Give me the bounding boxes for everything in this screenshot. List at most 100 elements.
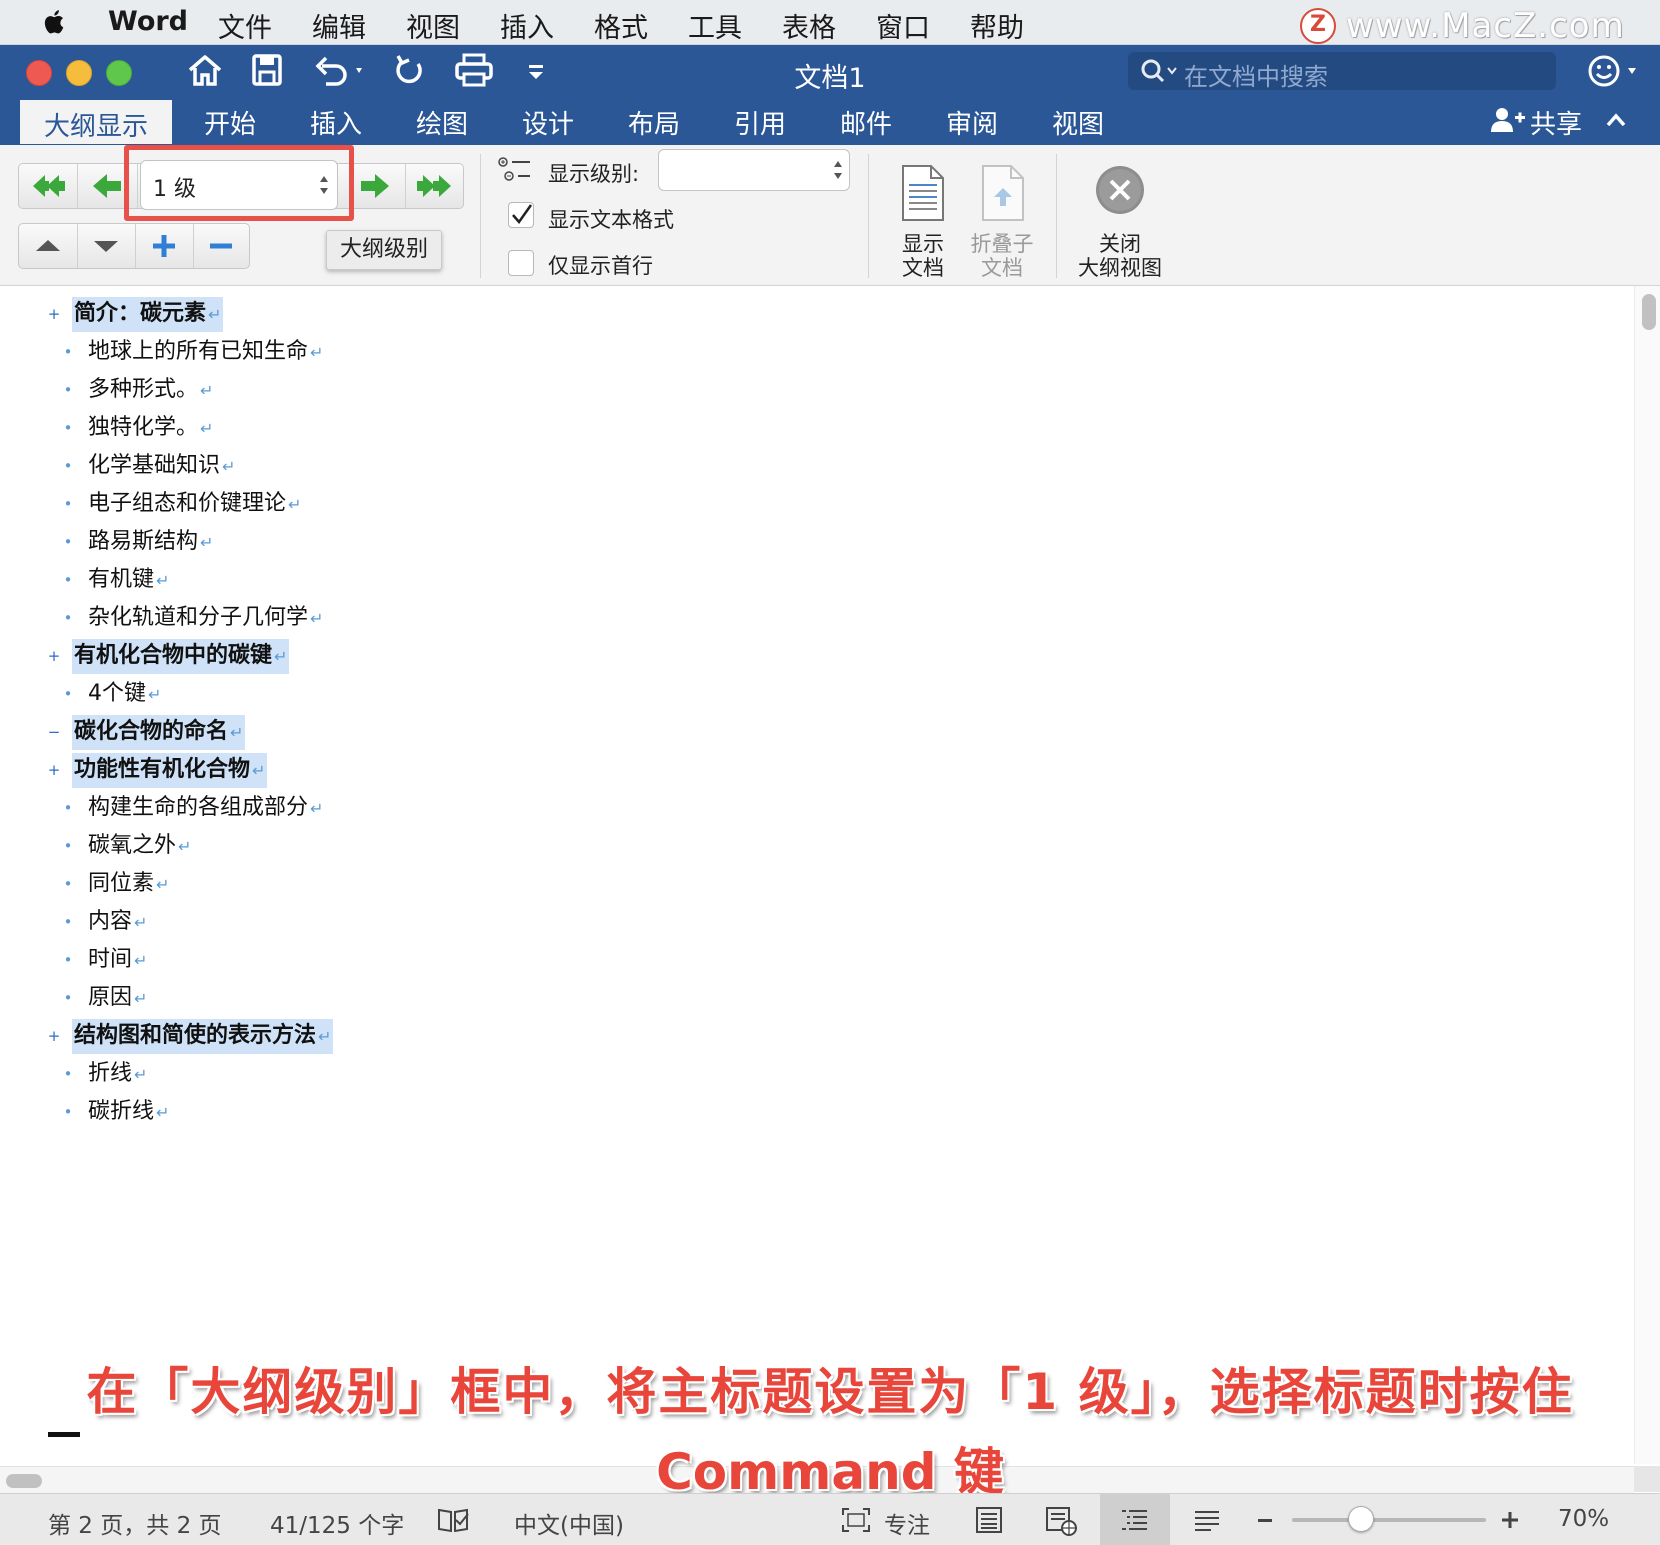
plus-icon — [153, 235, 175, 257]
no-subtext-heading-icon[interactable]: − — [46, 714, 62, 750]
show-document-label-line1: 显示 — [902, 232, 944, 256]
expand-heading-icon[interactable]: + — [46, 296, 62, 332]
menu-format[interactable]: 格式 — [594, 6, 648, 45]
outline-item-label: 时间 — [88, 947, 133, 972]
proofing-book-icon[interactable] — [436, 1506, 470, 1534]
tab-mailings[interactable]: 邮件 — [840, 104, 892, 141]
menu-insert[interactable]: 插入 — [500, 6, 554, 45]
menu-tools[interactable]: 工具 — [688, 6, 742, 45]
zoom-slider-track[interactable] — [1292, 1518, 1486, 1522]
minimize-window-button[interactable] — [66, 60, 92, 86]
word-count[interactable]: 41/125 个字 — [270, 1506, 404, 1540]
document-title: 文档1 — [794, 63, 866, 94]
body-bullet-icon: • — [63, 1103, 73, 1121]
focus-label[interactable]: 专注 — [884, 1506, 930, 1540]
tab-design[interactable]: 设计 — [522, 104, 574, 141]
zoom-level[interactable]: 70% — [1558, 1506, 1609, 1532]
tab-review[interactable]: 审阅 — [946, 104, 998, 141]
move-up-button[interactable] — [19, 224, 78, 268]
first-line-only-checkbox[interactable] — [508, 250, 534, 276]
outline-item-text: 碳氧之外 ↵ — [86, 832, 193, 861]
outline-item-label: 独特化学。 — [88, 415, 199, 440]
tab-layout[interactable]: 布局 — [628, 104, 680, 141]
show-document-button[interactable]: 显示 文档 — [888, 160, 958, 280]
expand-button[interactable] — [135, 224, 194, 268]
menu-table[interactable]: 表格 — [782, 6, 836, 45]
smiley-feedback-icon[interactable] — [1588, 54, 1644, 88]
outline-item-label: 碳折线 — [88, 1099, 155, 1124]
outline-item-text: 化学基础知识 ↵ — [86, 452, 237, 481]
outline-item-text: 有机键 ↵ — [86, 566, 171, 595]
outline-item-text: 结构图和简使的表示方法 ↵ — [72, 1019, 334, 1054]
expand-heading-icon[interactable]: + — [46, 1018, 62, 1054]
paragraph-mark-icon: ↵ — [134, 951, 148, 970]
add-person-icon — [1491, 108, 1525, 132]
menu-file[interactable]: 文件 — [218, 6, 272, 45]
body-bullet-icon: • — [63, 457, 73, 475]
web-layout-icon[interactable] — [1044, 1506, 1078, 1536]
demote-to-body-button[interactable] — [405, 164, 463, 208]
body-bullet-icon: • — [63, 951, 73, 969]
close-window-button[interactable] — [26, 60, 52, 86]
body-bullet-icon: • — [63, 875, 73, 893]
undo-icon[interactable] — [312, 52, 368, 88]
menu-view[interactable]: 视图 — [406, 6, 460, 45]
collapse-ribbon-icon[interactable] — [1604, 110, 1628, 130]
save-icon[interactable] — [250, 52, 284, 88]
outline-item-label: 有机键 — [88, 567, 155, 592]
document-body[interactable]: • 碳折线 ↵ • 折线 ↵ + 结构图和简使的表示方法 ↵ • 原因 ↵ • 时间 ↵ • 内容 ↵ • 同位素 ↵ •… — [0, 286, 1640, 1466]
apple-logo-icon[interactable] — [40, 7, 70, 37]
expand-heading-icon[interactable]: + — [46, 638, 62, 674]
tab-home[interactable]: 开始 — [204, 104, 256, 141]
vertical-scrollbar[interactable] — [1634, 286, 1660, 1464]
show-level-select[interactable] — [658, 149, 850, 191]
outline-item-label: 折线 — [88, 1061, 133, 1086]
paragraph-mark-icon: ↵ — [156, 1103, 170, 1122]
language[interactable]: 中文(中国) — [514, 1506, 624, 1540]
collapse-subdocuments-button[interactable]: 折叠子 文档 — [966, 160, 1038, 280]
vertical-scroll-thumb[interactable] — [1642, 294, 1656, 330]
paragraph-mark-icon: ↵ — [288, 495, 302, 514]
menu-edit[interactable]: 编辑 — [312, 6, 366, 45]
close-outline-view-button[interactable]: 关闭 大纲视图 — [1070, 160, 1170, 280]
tab-view[interactable]: 视图 — [1052, 104, 1104, 141]
show-text-formatting-checkbox[interactable] — [508, 202, 534, 228]
print-icon[interactable] — [454, 52, 494, 88]
page-info[interactable]: 第 2 页，共 2 页 — [48, 1506, 222, 1540]
outline-item-label: 碳氧之外 — [88, 833, 177, 858]
draft-view-icon[interactable] — [1192, 1506, 1222, 1534]
menu-app-name[interactable]: Word — [108, 6, 188, 37]
tab-references[interactable]: 引用 — [734, 104, 786, 141]
double-left-arrow-icon — [33, 175, 65, 197]
menu-help[interactable]: 帮助 — [970, 6, 1024, 45]
tab-outline[interactable]: 大纲显示 — [20, 100, 173, 144]
tab-draw[interactable]: 绘图 — [416, 104, 468, 141]
print-layout-icon[interactable] — [974, 1506, 1004, 1534]
home-icon[interactable] — [186, 52, 224, 88]
triangle-down-icon — [94, 241, 118, 252]
zoom-slider-thumb[interactable] — [1347, 1506, 1374, 1532]
zoom-in-icon[interactable] — [1500, 1510, 1520, 1530]
customize-toolbar-icon[interactable] — [526, 52, 546, 88]
outline-view-button[interactable] — [1100, 1494, 1170, 1545]
body-bullet-icon: • — [63, 989, 73, 1007]
search-input[interactable]: 在文档中搜索 — [1128, 52, 1556, 91]
outline-item-text: 电子组态和价键理论 ↵ — [86, 490, 303, 519]
focus-mode-icon[interactable] — [840, 1506, 872, 1534]
outline-item-label: 简介：碳元素 — [74, 301, 207, 326]
outline-level-tooltip: 大纲级别 — [326, 230, 442, 270]
outline-item-text: 杂化轨道和分子几何学 ↵ — [86, 604, 325, 633]
expand-heading-icon[interactable]: + — [46, 752, 62, 788]
tab-insert[interactable]: 插入 — [310, 104, 362, 141]
outline-item-text: 独特化学。 ↵ — [86, 414, 215, 443]
zoom-window-button[interactable] — [106, 60, 132, 86]
move-down-button[interactable] — [77, 224, 136, 268]
outline-item-label: 多种形式。 — [88, 377, 199, 402]
demote-button[interactable] — [345, 164, 406, 208]
redo-icon[interactable] — [392, 52, 428, 88]
menu-window[interactable]: 窗口 — [876, 6, 930, 45]
zoom-out-icon[interactable] — [1256, 1512, 1274, 1528]
collapse-button[interactable] — [193, 224, 249, 268]
show-document-label: 显示 文档 — [888, 232, 958, 280]
promote-to-heading1-button[interactable] — [19, 164, 78, 208]
